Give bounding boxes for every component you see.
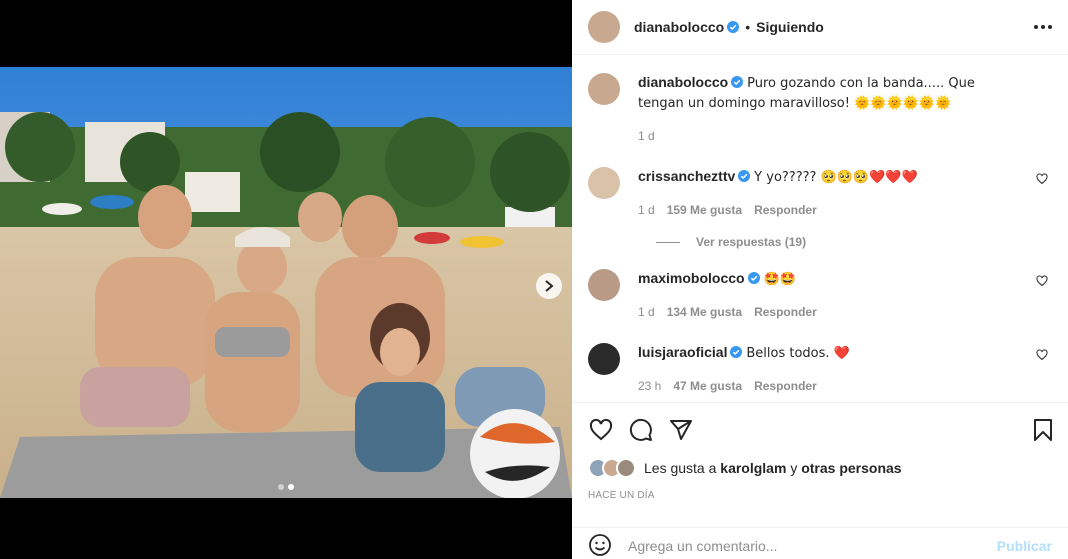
liker-avatars [588,458,636,478]
save-button[interactable] [1030,417,1056,443]
verified-badge-icon [747,272,760,284]
publish-button[interactable]: Publicar [997,538,1052,554]
action-bar [572,402,1068,456]
commenter-avatar[interactable] [588,343,620,375]
post-detail-pane: dianabolocco • Siguiendo dianabolocco Pu… [572,0,1068,559]
comment-item: crissanchezttv Y yo????? 🥺🥺🥺❤️❤️❤️ 1 d 1… [588,167,1052,219]
heart-icon [589,418,613,440]
post-photo[interactable] [0,67,572,498]
commenter-avatar[interactable] [588,269,620,301]
media-pane [0,0,572,559]
view-replies-label: Ver respuestas (19) [696,235,807,249]
carousel-next-button[interactable] [536,273,562,299]
reply-button[interactable]: Responder [754,377,817,395]
likes-summary[interactable]: Les gusta a karolglam y otras personas [588,458,902,478]
liked-by-user[interactable]: karolglam [720,460,786,476]
liked-by-others[interactable]: otras personas [801,460,901,476]
comment-likes[interactable]: 134 Me gusta [667,303,742,321]
comment-likes[interactable]: 159 Me gusta [667,201,742,219]
comment-text: Y yo????? 🥺🥺🥺❤️❤️❤️ [754,170,918,185]
replies-divider [656,241,680,243]
chevron-right-icon [545,280,554,292]
author-avatar[interactable] [588,11,620,43]
commenter-avatar[interactable] [588,167,620,199]
carousel-dots [0,484,572,490]
comment-age[interactable]: 1 d [638,303,655,321]
share-button[interactable] [668,417,694,443]
more-options-icon[interactable] [1034,25,1052,29]
bookmark-icon [1034,418,1052,441]
comment-button[interactable] [628,417,654,443]
comment-likes[interactable]: 47 Me gusta [673,377,742,395]
author-username[interactable]: dianabolocco [634,19,724,35]
post-header: dianabolocco • Siguiendo [572,0,1068,55]
comment-text: Bellos todos. ❤️ [746,346,850,361]
caption: dianabolocco Puro gozando con la banda..… [588,73,1052,145]
heart-icon[interactable] [1036,173,1048,185]
verified-badge-icon [730,346,743,358]
author-avatar[interactable] [588,73,620,105]
likes-prefix: Les gusta a [644,460,717,476]
view-replies-button[interactable]: Ver respuestas (19) [656,235,1052,249]
reply-button[interactable]: Responder [754,201,817,219]
share-icon [670,419,692,440]
commenter-username[interactable]: luisjaraoficial [638,344,727,360]
comment-item: luisjaraoficial Bellos todos. ❤️ 23 h 47… [588,343,1052,395]
verified-badge-icon [727,21,740,33]
verified-badge-icon [738,170,751,182]
heart-icon[interactable] [1036,275,1048,287]
liker-avatar [616,458,636,478]
follow-status-button[interactable]: Siguiendo [756,19,824,35]
heart-icon[interactable] [1036,349,1048,361]
separator: • [745,19,751,35]
commenter-username[interactable]: crissanchezttv [638,168,735,184]
comment-age[interactable]: 23 h [638,377,661,395]
comment-input[interactable] [628,537,997,554]
like-button[interactable] [588,417,614,443]
comment-icon [629,418,652,441]
comment-text: 🤩🤩 [763,272,796,287]
carousel-dot-active [288,484,294,490]
reply-button[interactable]: Responder [754,303,817,321]
caption-age[interactable]: 1 d [638,127,655,145]
comments-list: dianabolocco Puro gozando con la banda..… [572,55,1068,402]
emoji-icon[interactable] [588,533,612,557]
author-username[interactable]: dianabolocco [638,74,728,90]
likes-conjunction: y [790,460,798,476]
comment-item: maximobolocco 🤩🤩 1 d 134 Me gusta Respon… [588,269,1052,321]
comment-composer: Publicar [572,527,1068,559]
comment-age[interactable]: 1 d [638,201,655,219]
post-timestamp[interactable]: HACE UN DÍA [588,490,655,501]
verified-badge-icon [731,76,744,88]
commenter-username[interactable]: maximobolocco [638,270,745,286]
carousel-dot [278,484,284,490]
beach-family-photo [0,67,572,498]
